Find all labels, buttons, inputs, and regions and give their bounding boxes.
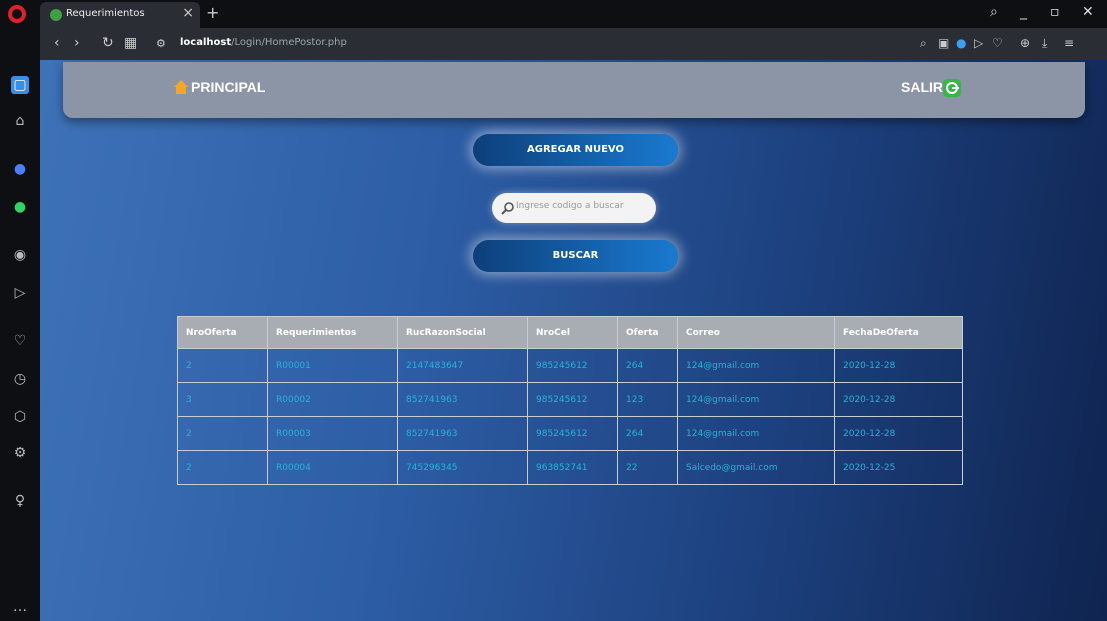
player-icon[interactable]: ▷	[11, 284, 29, 302]
reload-icon[interactable]: ↻	[102, 35, 114, 51]
add-new-button[interactable]: AGREGAR NUEVO	[473, 134, 678, 166]
browser-tab[interactable]: Requerimientos ×	[40, 2, 200, 28]
cell-nro-oferta: 3	[177, 382, 268, 417]
cell-requerimiento: R00001	[267, 348, 398, 383]
history-sidebar-icon[interactable]: ◉	[11, 246, 29, 264]
back-icon[interactable]: ‹	[54, 35, 60, 51]
forward-icon[interactable]: ›	[74, 35, 80, 51]
menu-icon[interactable]: ≡	[1064, 36, 1074, 50]
search-tabs-icon[interactable]: ⌕	[990, 4, 998, 20]
snapshot-icon[interactable]: ▣	[938, 36, 949, 50]
tab-title: Requerimientos	[66, 8, 145, 19]
table-header-row: NroOferta Requerimientos RucRazonSocial …	[177, 316, 963, 349]
page-content: PRINCIPAL SALIR AGREGAR NUEVO BUSCAR Nro…	[40, 60, 1107, 621]
table-row: 2 R00004 745296345 963852741 22 Salcedo@…	[177, 450, 963, 485]
flow-icon[interactable]: ▷	[974, 36, 983, 50]
cube-icon[interactable]: ⬡	[11, 408, 29, 426]
extensions-icon[interactable]: ⊕	[1020, 36, 1030, 50]
settings-icon[interactable]: ⚙	[11, 444, 29, 462]
new-tab-icon[interactable]: +	[206, 3, 219, 22]
table-row: 2 R00003 852741963 985245612 264 124@gma…	[177, 416, 963, 451]
cell-ruc: 745296345	[397, 450, 528, 485]
cell-nro-cel: 963852741	[527, 450, 618, 485]
close-window-icon[interactable]: ✕	[1082, 4, 1094, 20]
opera-logo-icon[interactable]	[8, 5, 26, 23]
cell-correo: 124@gmail.com	[677, 382, 835, 417]
tab-close-icon[interactable]: ×	[182, 5, 194, 21]
download-icon[interactable]: ⤓	[1042, 36, 1047, 51]
cell-correo: Salcedo@gmail.com	[677, 450, 835, 485]
cell-oferta: 22	[617, 450, 678, 485]
search-box	[492, 193, 656, 223]
cell-ruc: 852741963	[397, 416, 528, 451]
search-button[interactable]: BUSCAR	[473, 240, 678, 272]
home-icon[interactable]	[173, 79, 189, 95]
url-field[interactable]: localhost/Login/HomePostor.php	[180, 37, 347, 48]
cell-oferta: 264	[617, 348, 678, 383]
column-header: NroOferta	[177, 316, 268, 349]
cell-nro-oferta: 2	[177, 348, 268, 383]
cell-fecha: 2020-12-28	[834, 382, 963, 417]
clock-icon[interactable]: ◷	[11, 370, 29, 388]
restore-icon[interactable]: ▫	[1050, 4, 1060, 20]
cell-requerimiento: R00003	[267, 416, 398, 451]
search-input[interactable]	[516, 201, 650, 211]
cell-nro-oferta: 2	[177, 450, 268, 485]
salir-link[interactable]: SALIR	[901, 79, 943, 95]
home-sidebar-icon[interactable]: ⌂	[11, 112, 29, 130]
offers-table: NroOferta Requerimientos RucRazonSocial …	[177, 316, 963, 485]
whatsapp-icon[interactable]: ●	[11, 198, 29, 216]
cell-ruc: 852741963	[397, 382, 528, 417]
pin-icon[interactable]: ♀	[11, 492, 29, 510]
heart-icon[interactable]: ♡	[992, 36, 1003, 50]
cell-fecha: 2020-12-28	[834, 416, 963, 451]
principal-link[interactable]: PRINCIPAL	[191, 79, 265, 95]
search-icon	[501, 202, 514, 215]
bookmarks-icon[interactable]: ♡	[11, 332, 29, 350]
cell-correo: 124@gmail.com	[677, 348, 835, 383]
column-header: Oferta	[617, 316, 678, 349]
top-navbar: PRINCIPAL SALIR	[63, 62, 1085, 118]
cell-nro-oferta: 2	[177, 416, 268, 451]
logout-icon[interactable]	[943, 79, 961, 97]
cell-correo: 124@gmail.com	[677, 416, 835, 451]
cell-ruc: 2147483647	[397, 348, 528, 383]
vpn-icon[interactable]: ●	[956, 36, 966, 50]
table-row: 3 R00002 852741963 985245612 123 124@gma…	[177, 382, 963, 417]
cell-oferta: 264	[617, 416, 678, 451]
cell-nro-cel: 985245612	[527, 416, 618, 451]
cell-nro-cel: 985245612	[527, 382, 618, 417]
column-header: Requerimientos	[267, 316, 398, 349]
cell-nro-cel: 985245612	[527, 348, 618, 383]
cell-requerimiento: R00002	[267, 382, 398, 417]
cell-fecha: 2020-12-25	[834, 450, 963, 485]
column-header: Correo	[677, 316, 835, 349]
cell-oferta: 123	[617, 382, 678, 417]
column-header: NroCel	[527, 316, 618, 349]
browser-titlebar: Requerimientos × + ⌕ _ ▫ ✕	[0, 0, 1107, 28]
messenger-icon[interactable]: ●	[11, 160, 29, 178]
url-host: localhost	[180, 37, 232, 48]
address-bar: ‹ › ↻ ▦ ⚙ localhost/Login/HomePostor.php…	[40, 28, 1107, 60]
more-icon[interactable]: …	[11, 598, 29, 616]
site-info-icon[interactable]: ⚙	[156, 37, 166, 50]
url-path: /Login/HomePostor.php	[231, 37, 347, 48]
table-row: 2 R00001 2147483647 985245612 264 124@gm…	[177, 348, 963, 383]
search-page-icon[interactable]: ⌕	[920, 36, 927, 51]
cell-requerimiento: R00004	[267, 450, 398, 485]
minimize-icon[interactable]: _	[1020, 4, 1027, 20]
tab-favicon-icon	[50, 9, 62, 21]
column-header: FechaDeOferta	[834, 316, 963, 349]
column-header: RucRazonSocial	[397, 316, 528, 349]
browser-sidebar: ▢ ⌂ ● ● ◉ ▷ ♡ ◷ ⬡ ⚙ ♀ …	[0, 28, 40, 621]
speed-dial-sidebar-icon[interactable]: ▢	[11, 76, 29, 94]
cell-fecha: 2020-12-28	[834, 348, 963, 383]
speed-dial-icon[interactable]: ▦	[124, 35, 137, 51]
